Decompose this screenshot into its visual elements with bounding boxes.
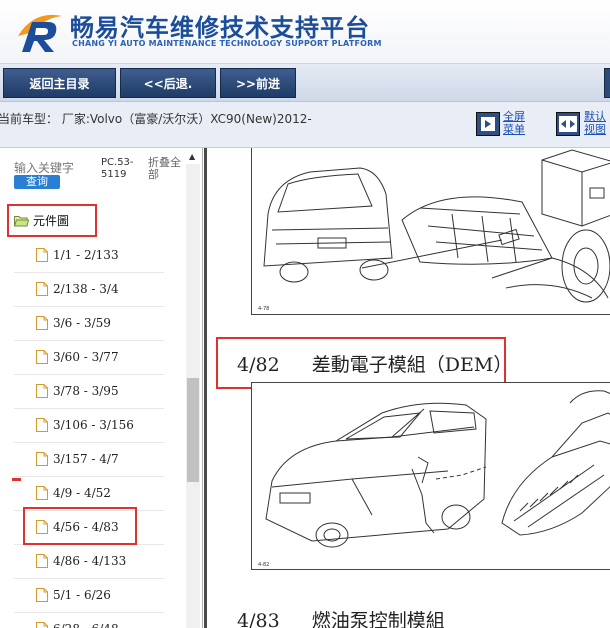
tree-item[interactable]: 3/6 - 3/59 [36,313,111,333]
tree-separator [14,442,164,443]
tree-item-label: 3/60 - 3/77 [53,350,119,364]
scroll-up-arrow-icon[interactable]: ▲ [189,152,195,161]
tree-separator [14,612,164,613]
logo-icon [18,14,62,52]
collapse-line2: 部 [148,168,159,181]
diagram-figure-1: 4-78 [251,148,610,315]
content-panel: 4-78 4/82 差動電子模組（DEM） 4-82 4/83 燃油泵控制模組 [204,148,610,628]
tree-item-label: 2/138 - 3/4 [53,282,119,296]
tree-item[interactable]: 2/138 - 3/4 [36,279,119,299]
vehicle-bar: 当前车型： 厂家:Volvo（富豪/沃尔沃）XC90(New)2012- 全屏 … [0,102,610,148]
document-icon [36,282,48,296]
section-2-number: 4/83 [237,610,280,628]
tree-item[interactable]: 1/1 - 2/133 [36,245,119,265]
tree-item-label: 5/1 - 6/26 [53,588,111,602]
section-2-text: 燃油泵控制模組 [311,610,445,628]
default-view-icon[interactable] [556,112,580,136]
pc-label: PC.53- 5119 [101,157,134,181]
home-button[interactable]: 返回主目录 [3,68,116,98]
tree-separator [14,578,164,579]
document-icon [36,350,48,364]
back-button[interactable]: <<后退. [120,68,216,98]
tree-separator [14,340,164,341]
document-icon [36,486,48,500]
default-line2: 视图 [584,123,606,136]
current-vehicle-label: 当前车型： 厂家:Volvo（富豪/沃尔沃）XC90(New)2012- [0,112,312,126]
suv-rear-drawing-icon [263,149,610,303]
fullscreen-line1: 全屏 [503,110,525,123]
tree-item-label: 3/106 - 3/156 [53,418,134,432]
tree-separator [14,374,164,375]
tree-separator [14,408,164,409]
default-line1: 默认 [584,110,606,123]
tree-separator [14,306,164,307]
tree-item[interactable]: 5/1 - 6/26 [36,585,111,605]
tree-item[interactable]: 3/157 - 4/7 [36,449,119,469]
fullscreen-menu-link[interactable]: 全屏 菜单 [503,110,525,136]
figure-1-code: 4-78 [258,306,270,312]
tree-item-label: 4/86 - 4/133 [53,554,127,568]
tree-item-label: 1/1 - 2/133 [53,248,119,262]
pc-line1: PC.53- [101,157,134,168]
tree-separator [14,476,164,477]
tree-item-label: 6/28 - 6/48 [53,622,119,628]
document-icon [36,418,48,432]
fullscreen-icon[interactable] [476,112,500,136]
tree-item-label: 3/78 - 3/95 [53,384,119,398]
tree-item-label: 3/157 - 4/7 [53,452,119,466]
tree-item[interactable]: 4/9 - 4/52 [36,483,111,503]
tree-item[interactable]: 3/106 - 3/156 [36,415,134,435]
brand-title: 畅易汽车维修技术支持平台 [70,14,370,42]
figure-2-code: 4-82 [258,562,270,568]
toolbar-overflow-button[interactable] [604,68,610,98]
toolbar: 返回主目录 <<后退. >>前进 [0,64,610,102]
search-input[interactable]: 输入关键字 [14,159,74,176]
tree-item-label: 3/6 - 3/59 [53,316,111,330]
suv-front-drawing-icon [265,390,610,548]
root-highlight-box [7,204,97,237]
sidebar: 输入关键字 查询 PC.53- 5119 折叠全 部 ▲ 元件圖 1/1 - 2… [0,148,203,628]
pc-line2: 5119 [101,169,127,180]
selected-item-highlight-box [23,507,137,545]
header: 畅易汽车维修技术支持平台 CHANG YI AUTO MAINTENANCE T… [0,0,610,64]
document-icon [36,384,48,398]
document-icon [36,248,48,262]
section-2-title: 4/83 燃油泵控制模組 [237,606,445,628]
tree-item[interactable]: 6/28 - 6/48 [36,619,119,628]
collapse-all-link[interactable]: 折叠全 部 [148,157,181,181]
query-button[interactable]: 查询 [14,175,60,189]
fullscreen-line2: 菜单 [503,123,525,136]
tree-item[interactable]: 3/60 - 3/77 [36,347,119,367]
diagram-figure-2: 4-82 [251,382,610,570]
document-icon [36,588,48,602]
document-icon [36,554,48,568]
tree-item-label: 4/9 - 4/52 [53,486,111,500]
default-view-link[interactable]: 默认 视图 [584,110,606,136]
tree-item[interactable]: 4/86 - 4/133 [36,551,126,571]
document-icon [36,452,48,466]
sidebar-scroll-thumb[interactable] [187,378,199,482]
app-window: 畅易汽车维修技术支持平台 CHANG YI AUTO MAINTENANCE T… [0,0,610,628]
document-icon [36,316,48,330]
document-icon [36,622,48,628]
tree-separator [14,272,164,273]
brand-subtitle: CHANG YI AUTO MAINTENANCE TECHNOLOGY SUP… [72,39,382,48]
red-marker [12,478,21,481]
tree-item[interactable]: 3/78 - 3/95 [36,381,119,401]
forward-button[interactable]: >>前进 [220,68,296,98]
